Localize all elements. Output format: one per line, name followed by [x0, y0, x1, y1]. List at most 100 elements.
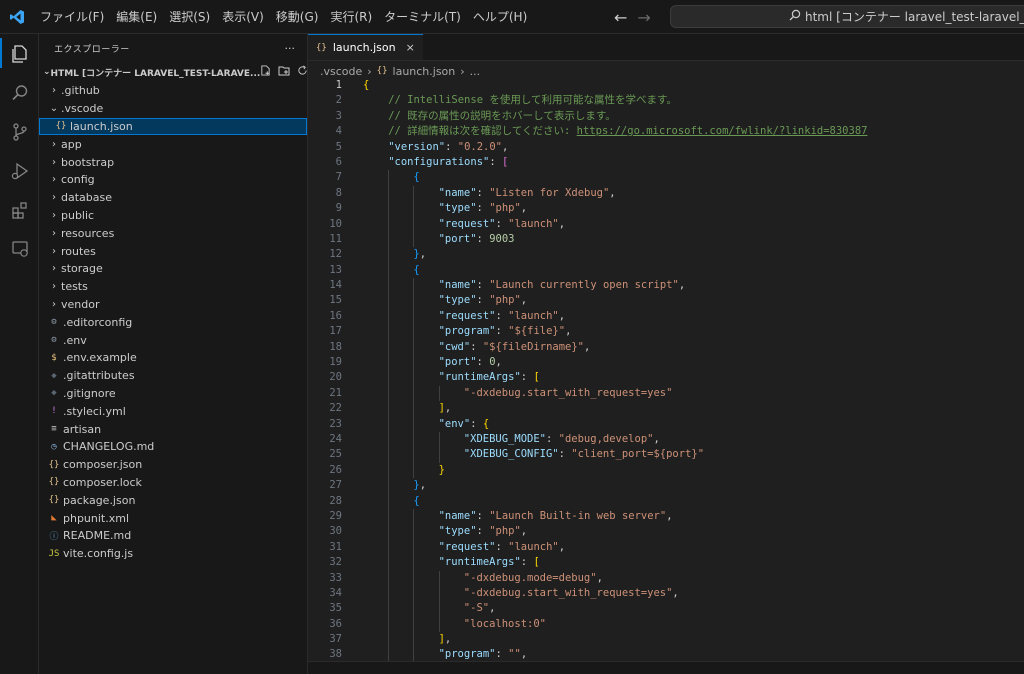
code-token: "-dxdebug.start_with_request=yes" — [463, 386, 673, 399]
tree-file[interactable]: {} composer.lock — [39, 474, 307, 492]
code-text: { — [413, 263, 419, 278]
tree-folder[interactable]: › tests — [39, 278, 307, 296]
tree-file[interactable]: $ .env.example — [39, 349, 307, 367]
tree-file[interactable]: ⚙ .editorconfig — [39, 313, 307, 331]
indent-guide — [388, 324, 390, 340]
tree-item-label: CHANGELOG.md — [63, 440, 155, 454]
new-file-icon[interactable] — [260, 65, 271, 79]
indent-guide — [388, 632, 390, 648]
code-text: "request": "launch", — [439, 540, 565, 555]
code-line: 37], — [308, 632, 1024, 648]
indent-guide — [388, 616, 390, 633]
tree-file[interactable]: {} composer.json — [39, 456, 307, 474]
line-number: 2 — [335, 94, 342, 107]
tree-file[interactable]: JS vite.config.js — [39, 545, 307, 563]
code-token: "Launch Built-in web server" — [489, 509, 667, 522]
code-line: 26} — [308, 462, 1024, 479]
tree-folder[interactable]: › vendor — [39, 296, 307, 314]
code-token: "launch" — [508, 309, 559, 322]
new-folder-icon[interactable] — [278, 65, 290, 79]
code-token: : — [520, 371, 534, 384]
code-token: : — [476, 525, 490, 538]
panel-strip — [308, 661, 1024, 674]
menu-item[interactable]: 表示(V) — [216, 0, 270, 34]
remote-explorer-icon[interactable] — [0, 229, 39, 268]
tree-item-label: database — [61, 191, 112, 205]
tab-launch-json[interactable]: {} launch.json × — [308, 34, 423, 60]
close-icon[interactable]: × — [406, 41, 415, 54]
tree-file[interactable]: ⓘ README.md — [39, 527, 307, 545]
tree-file[interactable]: {} package.json — [39, 491, 307, 509]
tree-folder[interactable]: › public — [39, 207, 307, 225]
menu-item[interactable]: 編集(E) — [110, 0, 163, 34]
indent-guide — [388, 539, 390, 556]
indent-guide — [438, 431, 440, 448]
chevron-down-icon: ⌄ — [43, 67, 51, 77]
breadcrumb-symbol[interactable]: ... — [470, 65, 481, 78]
line-number: 35 — [329, 602, 342, 615]
tree-file[interactable]: ◆ .gitignore — [39, 385, 307, 403]
command-center-search[interactable]: html [コンテナー laravel_test-laravel_app (la… — [670, 5, 1024, 28]
indent-guide — [388, 262, 390, 279]
tree-folder[interactable]: › bootstrap — [39, 153, 307, 171]
tree-file[interactable]: ◷ CHANGELOG.md — [39, 438, 307, 456]
line-number: 5 — [335, 140, 342, 153]
code-line: 3 // 既存の属性の説明をホバーして表示します。 — [308, 109, 1024, 124]
workspace-section-header[interactable]: ⌄ HTML [コンテナー LARAVEL_TEST-LARAVE... — [39, 62, 326, 82]
menu-item[interactable]: ターミナル(T) — [378, 0, 467, 34]
tree-file[interactable]: ⚙ .env — [39, 331, 307, 349]
code-text: "-dxdebug.start_with_request=yes" — [464, 386, 673, 401]
tree-file[interactable]: {} launch.json — [39, 117, 307, 136]
more-actions-icon[interactable]: ··· — [285, 42, 296, 55]
code-line: 27}, — [308, 478, 1024, 494]
forward-arrow-icon[interactable]: → — [637, 8, 650, 27]
tree-folder[interactable]: › database — [39, 189, 307, 207]
tree-folder[interactable]: ⌄ .vscode — [39, 100, 307, 118]
tree-folder[interactable]: › resources — [39, 224, 307, 242]
code-line: 6 "configurations": [ — [308, 155, 1024, 170]
menu-item[interactable]: ヘルプ(H) — [467, 0, 533, 34]
line-number: 9 — [335, 202, 342, 215]
menu-item[interactable]: 選択(S) — [163, 0, 216, 34]
breadcrumb-folder[interactable]: .vscode — [320, 65, 362, 78]
back-arrow-icon[interactable]: ← — [614, 8, 627, 27]
code-editor[interactable]: 1{2// IntelliSense を使用して利用可能な属性を学べます。 3//… — [308, 78, 1024, 663]
tree-file[interactable]: ◣ phpunit.xml — [39, 509, 307, 527]
breadcrumb-separator-icon: › — [367, 64, 372, 78]
indent-guide — [388, 201, 390, 217]
code-text: { — [363, 78, 369, 93]
menu-item[interactable]: 実行(R) — [324, 0, 378, 34]
tree-folder[interactable]: › app — [39, 135, 307, 153]
source-control-icon[interactable] — [0, 112, 39, 151]
code-token: , — [565, 325, 572, 338]
indent-guide — [413, 431, 415, 448]
tree-folder[interactable]: › storage — [39, 260, 307, 278]
code-token: "0.2.0" — [457, 140, 503, 153]
refresh-icon[interactable] — [297, 65, 308, 79]
tree-folder[interactable]: › routes — [39, 242, 307, 260]
tree-file[interactable]: ◆ .gitattributes — [39, 367, 307, 385]
indent-guide — [413, 632, 415, 648]
info-file-icon: ⓘ — [49, 532, 59, 543]
tree-folder[interactable]: › config — [39, 171, 307, 189]
menu-item[interactable]: ファイル(F) — [34, 0, 110, 34]
run-debug-icon[interactable] — [0, 151, 39, 190]
breadcrumb-file[interactable]: launch.json — [393, 65, 456, 78]
search-icon[interactable] — [0, 73, 39, 112]
code-token: , — [520, 525, 528, 538]
indent-guide — [413, 370, 415, 386]
tree-file[interactable]: ! .styleci.yml — [39, 402, 307, 420]
indent-guide — [388, 416, 390, 432]
js-file-icon: JS — [48, 548, 60, 559]
indent-guide — [388, 278, 390, 294]
line-number: 11 — [329, 232, 342, 245]
tree-file[interactable]: ≡ artisan — [39, 420, 307, 438]
code-text: "version": "0.2.0", — [388, 140, 508, 155]
code-token: "request" — [438, 540, 496, 553]
line-number: 19 — [329, 356, 342, 369]
explorer-icon[interactable] — [0, 34, 39, 73]
tree-folder[interactable]: › .github — [39, 82, 307, 100]
chevron-right-icon: › — [52, 85, 56, 97]
menu-item[interactable]: 移動(G) — [270, 0, 325, 34]
extensions-icon[interactable] — [0, 190, 39, 229]
